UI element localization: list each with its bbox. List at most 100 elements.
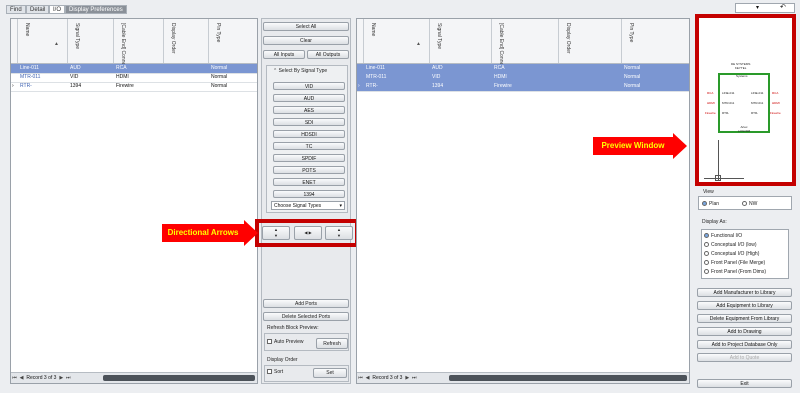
col-label: Name	[370, 23, 376, 37]
first-record-icon[interactable]: ⏮	[357, 373, 364, 383]
signal-spdif-button[interactable]: SPDIF	[273, 154, 345, 162]
view-plan-radio[interactable]: Plan	[702, 201, 719, 207]
record-counter: Record 3 of 3	[372, 375, 403, 381]
cell-signal: AUD	[70, 65, 81, 71]
delete-equipment-button[interactable]: Delete Equipment From Library	[697, 314, 792, 323]
col-header-pin-type[interactable]: Pin Type	[209, 19, 257, 63]
signal-pots-button[interactable]: POTS	[273, 166, 345, 174]
col-header-pin-type[interactable]: Pin Type	[622, 19, 689, 63]
option-label: Functional I/O	[711, 233, 743, 239]
horizontal-scrollbar[interactable]	[103, 375, 255, 381]
cell-connector: Firewire	[494, 83, 512, 89]
clear-button[interactable]: Clear	[263, 36, 349, 45]
col-header-connector[interactable]: [Cable End] Connector	[492, 19, 559, 74]
preview-pin: MTR-011	[751, 101, 764, 105]
preview-pin: LINE-011	[722, 91, 735, 95]
table-row[interactable]: › RTR- 1394 Firewire Normal	[11, 82, 257, 92]
cell-connector: RCA	[494, 65, 505, 71]
prev-record-icon[interactable]: ◀	[18, 373, 25, 383]
preview-port: Firewire	[770, 111, 781, 115]
signal-1394-button[interactable]: 1394	[273, 190, 345, 198]
col-header-name[interactable]: Name ▲	[364, 19, 430, 63]
right-grid-pager: ⏮ ◀ Record 3 of 3 ▶ ⏭	[357, 372, 689, 383]
tab-display-preferences[interactable]: Display Preferences	[65, 5, 127, 14]
cell-connector: Firewire	[116, 83, 134, 89]
exit-button[interactable]: Exit	[697, 379, 792, 388]
preview-footer-line: LOGO08	[738, 129, 751, 133]
signal-group-title: ⌃ Select By Signal Type	[273, 68, 327, 74]
radio-dot	[704, 251, 709, 257]
display-conceptual-high-radio[interactable]: Conceptual I/O (High)	[704, 251, 759, 257]
view-nw-radio[interactable]: NW	[742, 201, 757, 207]
add-ports-button[interactable]: Add Ports	[263, 299, 349, 308]
cell-pin-type: Normal	[624, 65, 641, 71]
radio-dot	[704, 233, 709, 239]
add-equipment-button[interactable]: Add Equipment to Library	[697, 301, 792, 310]
row-indicator-header	[11, 19, 18, 63]
set-button[interactable]: Set	[313, 368, 347, 378]
last-record-icon[interactable]: ⏭	[65, 373, 72, 383]
prev-record-icon[interactable]: ◀	[364, 373, 371, 383]
choose-signal-types-select[interactable]: Choose Signal Types ▾	[271, 201, 345, 210]
all-inputs-button[interactable]: All Inputs	[263, 50, 305, 59]
left-ports-grid: Name ▲ Signal Type [Cable End] Connector …	[10, 18, 258, 384]
auto-preview-checkbox[interactable]: Auto Preview	[267, 339, 303, 345]
arrow-down-icon: ▼	[274, 233, 278, 238]
arrow-right-icon: ▶	[308, 230, 312, 235]
tab-detail[interactable]: Detail	[26, 5, 50, 14]
first-record-icon[interactable]: ⏮	[11, 373, 18, 383]
option-label: Front Panel (File Merge)	[711, 260, 766, 266]
view-label: View	[703, 189, 714, 195]
display-functional-radio[interactable]: Functional I/O	[704, 233, 742, 239]
add-to-quote-button[interactable]: Add to Quote	[697, 353, 792, 362]
refresh-block-preview-label: Refresh Block Preview:	[267, 325, 319, 331]
select-all-button[interactable]: Select All	[263, 22, 349, 31]
signal-aes-button[interactable]: AES	[273, 106, 345, 114]
delete-selected-ports-button[interactable]: Delete Selected Ports	[263, 312, 349, 321]
cell-name: MTR-011	[20, 74, 41, 80]
refresh-button[interactable]: Refresh	[316, 338, 348, 349]
sort-checkbox[interactable]: Sort	[267, 369, 283, 375]
signal-enet-button[interactable]: ENET	[273, 178, 345, 186]
add-to-drawing-button[interactable]: Add to Drawing	[697, 327, 792, 336]
option-label: Conceptual I/O (low)	[711, 242, 757, 248]
horizontal-scrollbar[interactable]	[449, 375, 687, 381]
preview-footer: Artec LOGO08	[738, 125, 750, 133]
undo-icon[interactable]: ↶	[780, 3, 786, 11]
display-conceptual-low-radio[interactable]: Conceptual I/O (low)	[704, 242, 757, 248]
next-record-icon[interactable]: ▶	[58, 373, 65, 383]
chevron-down-icon[interactable]: ▾	[756, 4, 759, 11]
cell-connector: HDMI	[494, 74, 507, 80]
tab-find[interactable]: Find	[6, 5, 26, 14]
left-grid-pager: ⏮ ◀ Record 3 of 3 ▶ ⏭	[11, 372, 257, 383]
move-left-right-button[interactable]: ◀ ▶	[294, 226, 322, 240]
col-header-signal-type[interactable]: Signal Type	[68, 19, 114, 63]
signal-tc-button[interactable]: TC	[273, 142, 345, 150]
signal-aud-button[interactable]: AUD	[273, 94, 345, 102]
checkbox-box	[267, 369, 272, 375]
col-header-display-order[interactable]: Display Order	[164, 19, 209, 63]
add-manufacturer-button[interactable]: Add Manufacturer to Library	[697, 288, 792, 297]
all-outputs-button[interactable]: All Outputs	[307, 50, 349, 59]
preview-port: RCA	[772, 91, 779, 95]
col-header-display-order[interactable]: Display Order	[559, 19, 622, 63]
chevron-up-icon[interactable]: ⌃	[273, 68, 277, 74]
move-up-down-right-button[interactable]: ▲ ▼	[325, 226, 353, 240]
auto-preview-label: Auto Preview	[274, 339, 304, 345]
col-header-connector[interactable]: [Cable End] Connector	[114, 19, 164, 74]
display-front-panel-dims-radio[interactable]: Front Panel (From Dims)	[704, 269, 766, 275]
move-up-down-left-button[interactable]: ▲ ▼	[262, 226, 290, 240]
next-record-icon[interactable]: ▶	[404, 373, 411, 383]
col-header-signal-type[interactable]: Signal Type	[430, 19, 492, 63]
chevron-down-icon: ▾	[339, 203, 342, 209]
table-row[interactable]: › RTR- 1394 Firewire Normal	[357, 82, 689, 92]
radio-dot	[742, 201, 747, 207]
signal-vid-button[interactable]: VID	[273, 82, 345, 90]
last-record-icon[interactable]: ⏭	[411, 373, 418, 383]
col-header-name[interactable]: Name ▲	[18, 19, 68, 63]
add-to-project-db-button[interactable]: Add to Project Database Only	[697, 340, 792, 349]
signal-hdsdi-button[interactable]: HDSDI	[273, 130, 345, 138]
tab-io[interactable]: I/O	[49, 5, 66, 14]
signal-sdi-button[interactable]: SDI	[273, 118, 345, 126]
display-front-panel-merge-radio[interactable]: Front Panel (File Merge)	[704, 260, 765, 266]
